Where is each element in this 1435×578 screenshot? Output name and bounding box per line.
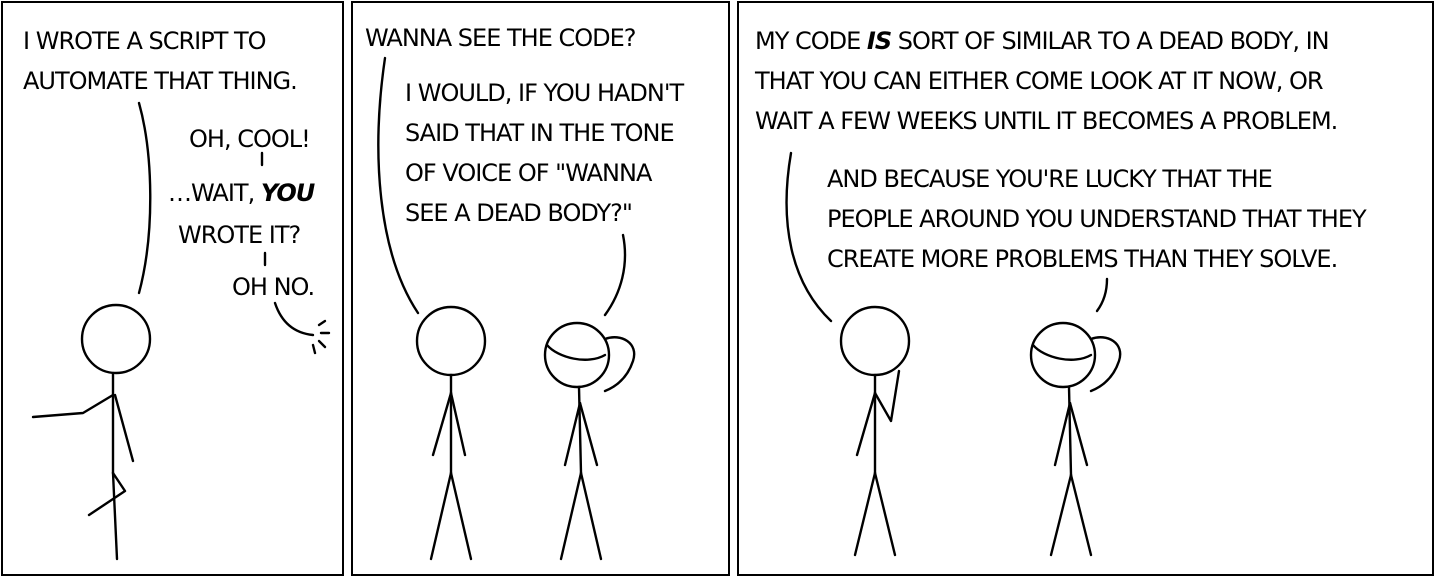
stick-figure-arm	[31, 393, 115, 419]
stick-figure-leg	[873, 471, 897, 557]
stick-figure-body	[1067, 385, 1073, 477]
stick-figure-arm	[563, 401, 582, 467]
stick-figure-leg	[87, 471, 127, 517]
speech-tail	[603, 233, 627, 317]
ponytail	[1089, 336, 1122, 393]
panel-2-drawing	[377, 56, 636, 561]
panel-1-drawing	[31, 101, 331, 561]
stick-figure-body	[577, 385, 583, 475]
speech-tail	[273, 301, 315, 337]
stick-figure-leg	[579, 471, 603, 561]
stick-figure-arm	[1053, 401, 1072, 467]
comic-panel-1: I WROTE A SCRIPT TO AUTOMATE THAT THING.…	[1, 1, 344, 576]
stick-figure-head	[80, 303, 152, 375]
hair	[545, 343, 607, 361]
stick-figure-arm	[855, 391, 877, 457]
comic-panel-2: WANNA SEE THE CODE? I WOULD, IF YOU HADN…	[351, 1, 730, 576]
stick-figure-leg	[853, 471, 877, 557]
hair	[1031, 343, 1093, 361]
ponytail	[603, 336, 636, 393]
emanation-mark	[311, 343, 317, 355]
stick-figure-head	[543, 321, 611, 389]
stick-figure-head	[1029, 321, 1097, 389]
stick-figure-leg	[449, 471, 473, 561]
stick-figure-arm	[578, 401, 599, 467]
stick-figure-leg	[559, 471, 583, 561]
stick-figure-head	[415, 305, 487, 377]
stick-figure-leg	[1069, 473, 1093, 557]
stick-figure-head	[839, 305, 911, 377]
comic-panel-3: MY CODE IS SORT OF SIMILAR TO A DEAD BOD…	[737, 1, 1434, 576]
emanation-mark	[317, 339, 327, 349]
stick-figure-leg	[429, 471, 453, 561]
speech-tail	[785, 151, 833, 323]
stick-figure-arm	[449, 391, 467, 457]
speech-tail	[137, 101, 152, 295]
stick-figure-leg	[1049, 473, 1073, 557]
stick-figure-arm	[113, 393, 135, 463]
stick-figure-arm	[1068, 401, 1089, 467]
speech-tail	[377, 56, 420, 315]
panel-3-drawing	[785, 151, 1122, 557]
stick-figure-arm	[873, 369, 901, 423]
speech-tail	[1095, 277, 1109, 313]
stick-figure-arm	[431, 391, 453, 457]
stick-figure-leg	[111, 471, 119, 561]
emanation-mark	[317, 319, 327, 327]
